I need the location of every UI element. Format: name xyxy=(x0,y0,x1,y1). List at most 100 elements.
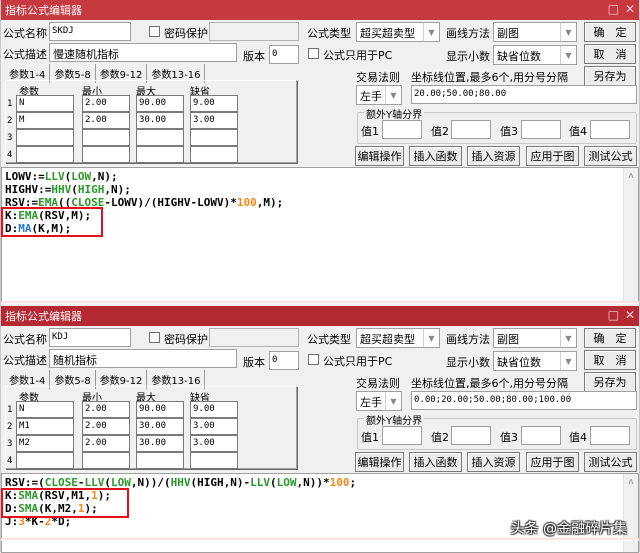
insert-function-button[interactable]: 插入函数 xyxy=(409,146,462,166)
param-max-cell[interactable] xyxy=(136,129,184,146)
decimals-select[interactable]: 缺省位数 ▼ xyxy=(493,45,577,65)
param-default-cell[interactable]: 3.00 xyxy=(190,435,238,452)
code-token: HIGHV:= xyxy=(5,183,52,196)
value1-input[interactable] xyxy=(382,120,422,139)
value2-input[interactable] xyxy=(451,120,491,139)
param-name-cell[interactable]: M1 xyxy=(16,418,74,435)
params-panel: 参数 最小 最大 缺省 1 N 2.00 90.00 9.00 2 M1 2.00 30.00 3… xyxy=(5,386,297,469)
vertical-scrollbar[interactable]: ˄ xyxy=(623,168,638,302)
password-checkbox[interactable] xyxy=(149,26,160,37)
param-name-cell[interactable]: N xyxy=(16,401,74,418)
version-input[interactable]: 0 xyxy=(269,351,299,370)
param-max-cell[interactable]: 90.00 xyxy=(136,95,184,112)
param-default-cell[interactable]: 9.00 xyxy=(190,401,238,418)
param-default-cell[interactable]: 3.00 xyxy=(190,418,238,435)
trade-rule-select[interactable]: 左手 ▼ xyxy=(356,391,402,411)
param-min-cell[interactable] xyxy=(82,129,130,146)
param-name-cell[interactable] xyxy=(16,129,74,146)
axis-position-input[interactable]: 20.00;50.00;80.00 xyxy=(411,85,637,104)
param-min-cell[interactable]: 2.00 xyxy=(82,401,130,418)
param-max-cell[interactable]: 30.00 xyxy=(136,112,184,129)
apply-to-chart-button[interactable]: 应用于图 xyxy=(526,452,579,472)
formula-name-input[interactable]: SKDJ xyxy=(49,22,131,41)
test-formula-button[interactable]: 测试公式 xyxy=(584,452,637,472)
scroll-up-icon[interactable]: ˄ xyxy=(624,171,638,184)
value2-input[interactable] xyxy=(451,426,491,445)
maximize-icon[interactable]: □ xyxy=(608,2,619,16)
param-min-cell[interactable] xyxy=(82,452,130,469)
pc-only-checkbox[interactable] xyxy=(308,354,319,365)
param-name-cell[interactable] xyxy=(16,146,74,163)
chevron-down-icon[interactable]: ▼ xyxy=(560,329,576,347)
formula-name-label: 公式名称 xyxy=(3,27,47,40)
cancel-button[interactable]: 取 消 xyxy=(584,350,636,370)
trade-rule-select[interactable]: 左手 ▼ xyxy=(356,85,402,105)
value1-label: 值1 xyxy=(361,125,379,138)
chevron-down-icon[interactable]: ▼ xyxy=(560,23,576,41)
value3-input[interactable] xyxy=(521,426,561,445)
param-max-cell[interactable]: 90.00 xyxy=(136,401,184,418)
axis-position-input[interactable]: 0.00;20.00;50.00;80.00;100.00 xyxy=(411,391,637,410)
close-icon[interactable]: ✕ xyxy=(625,308,635,322)
save-as-button[interactable]: 另存为 xyxy=(584,372,636,392)
param-default-cell[interactable] xyxy=(190,452,238,469)
chevron-down-icon[interactable]: ▼ xyxy=(385,392,401,410)
param-min-cell[interactable]: 2.00 xyxy=(82,95,130,112)
ok-button[interactable]: 确 定 xyxy=(584,328,636,348)
value4-input[interactable] xyxy=(590,426,630,445)
insert-function-button[interactable]: 插入函数 xyxy=(409,452,462,472)
param-default-cell[interactable]: 9.00 xyxy=(190,95,238,112)
chevron-down-icon[interactable]: ▼ xyxy=(560,46,576,64)
param-max-cell[interactable] xyxy=(136,452,184,469)
ok-button[interactable]: 确 定 xyxy=(584,22,636,42)
formula-type-select[interactable]: 超买超卖型 ▼ xyxy=(356,328,440,348)
edit-operation-button[interactable]: 编辑操作 xyxy=(355,146,404,166)
chevron-down-icon[interactable]: ▼ xyxy=(423,329,439,347)
row-number: 3 xyxy=(7,439,13,449)
value4-input[interactable] xyxy=(590,120,630,139)
pc-only-checkbox[interactable] xyxy=(308,48,319,59)
param-min-cell[interactable]: 2.00 xyxy=(82,435,130,452)
apply-to-chart-button[interactable]: 应用于图 xyxy=(526,146,579,166)
chevron-down-icon[interactable]: ▼ xyxy=(560,352,576,370)
param-max-cell[interactable]: 30.00 xyxy=(136,435,184,452)
param-max-cell[interactable] xyxy=(136,146,184,163)
version-input[interactable]: 0 xyxy=(269,45,299,64)
param-default-cell[interactable]: 3.00 xyxy=(190,112,238,129)
param-default-cell[interactable] xyxy=(190,146,238,163)
scroll-up-icon[interactable]: ˄ xyxy=(624,477,638,490)
param-min-cell[interactable]: 2.00 xyxy=(82,112,130,129)
code-token: LLV xyxy=(44,170,65,183)
param-min-cell[interactable] xyxy=(82,146,130,163)
edit-operation-button[interactable]: 编辑操作 xyxy=(355,452,404,472)
formula-desc-input[interactable]: 随机指标 xyxy=(49,349,237,368)
value1-input[interactable] xyxy=(382,426,422,445)
draw-method-select[interactable]: 副图 ▼ xyxy=(493,328,577,348)
chevron-down-icon[interactable]: ▼ xyxy=(423,23,439,41)
param-name-cell[interactable]: N xyxy=(16,95,74,112)
password-checkbox[interactable] xyxy=(149,332,160,343)
value3-input[interactable] xyxy=(521,120,561,139)
decimals-select[interactable]: 缺省位数 ▼ xyxy=(493,351,577,371)
formula-type-select[interactable]: 超买超卖型 ▼ xyxy=(356,22,440,42)
maximize-icon[interactable]: □ xyxy=(608,308,619,322)
password-input[interactable] xyxy=(209,22,299,41)
test-formula-button[interactable]: 测试公式 xyxy=(584,146,637,166)
param-name-cell[interactable] xyxy=(16,452,74,469)
param-default-cell[interactable] xyxy=(190,129,238,146)
save-as-button[interactable]: 另存为 xyxy=(584,66,636,86)
formula-desc-label: 公式描述 xyxy=(3,48,47,61)
draw-method-select[interactable]: 副图 ▼ xyxy=(493,22,577,42)
param-min-cell[interactable]: 2.00 xyxy=(82,418,130,435)
password-input[interactable] xyxy=(209,328,299,347)
close-icon[interactable]: ✕ xyxy=(625,2,635,16)
formula-name-input[interactable]: KDJ xyxy=(49,328,131,347)
cancel-button[interactable]: 取 消 xyxy=(584,44,636,64)
param-name-cell[interactable]: M2 xyxy=(16,435,74,452)
insert-resource-button[interactable]: 插入资源 xyxy=(467,146,520,166)
insert-resource-button[interactable]: 插入资源 xyxy=(467,452,520,472)
formula-desc-input[interactable]: 慢速随机指标 xyxy=(49,43,237,62)
param-max-cell[interactable]: 30.00 xyxy=(136,418,184,435)
chevron-down-icon[interactable]: ▼ xyxy=(385,86,401,104)
param-name-cell[interactable]: M xyxy=(16,112,74,129)
